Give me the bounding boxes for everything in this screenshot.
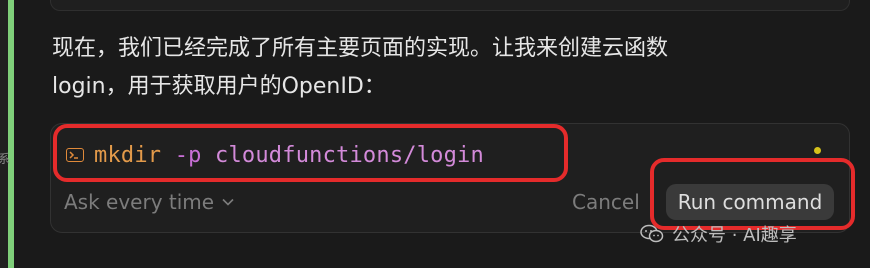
message-line-1: 现在，我们已经完成了所有主要页面的实现。让我来创建云函数 — [52, 36, 669, 61]
previous-card — [50, 0, 850, 11]
cancel-button[interactable]: Cancel — [572, 188, 640, 216]
chevron-down-icon — [222, 198, 234, 206]
left-accent-bar — [8, 0, 14, 268]
watermark: 公众号 · AI趣享 — [640, 222, 797, 246]
highlight-command-box — [53, 124, 568, 182]
left-edge-text: 系 — [0, 152, 11, 166]
approval-mode-dropdown[interactable]: Ask every time — [64, 188, 234, 216]
status-dot — [814, 147, 821, 154]
message-line-2: login，用于获取用户的OpenID： — [52, 74, 386, 99]
wechat-icon — [640, 224, 664, 243]
highlight-run-button — [650, 158, 855, 230]
assistant-message: 现在，我们已经完成了所有主要页面的实现。让我来创建云函数 login，用于获取用… — [52, 30, 832, 106]
approval-mode-label: Ask every time — [64, 190, 215, 214]
watermark-text: 公众号 · AI趣享 — [672, 225, 797, 246]
